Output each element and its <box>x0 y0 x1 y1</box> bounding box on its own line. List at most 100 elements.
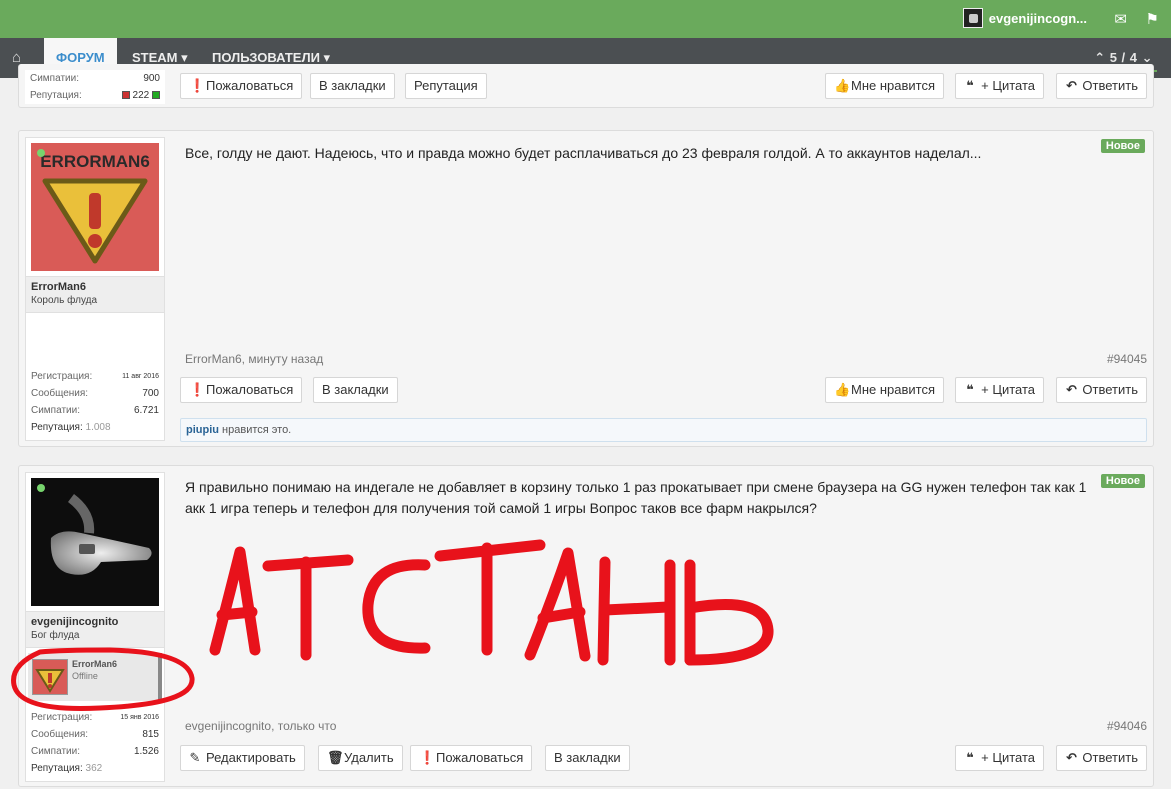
user-pane: evgenijincognito Бог флуда ErrorMan6 Off… <box>25 472 165 782</box>
likes-text: нравится это. <box>219 424 292 436</box>
account-menu[interactable]: evgenijincogn... <box>962 8 1087 28</box>
reply-button[interactable]: ↶ Ответить <box>1056 377 1147 403</box>
post-94045: ERRORMAN6 ErrorMan6 Король флуда Регистр… <box>18 130 1154 447</box>
quote-label: + Цитата <box>981 750 1035 765</box>
message-text: Все, голду не дают. Надеюсь, что и правд… <box>185 145 982 161</box>
stat-label: Сообщения: <box>31 388 89 399</box>
reply-button[interactable]: ↶ Ответить <box>1056 745 1147 771</box>
message-text: Я правильно понимаю на индегале не добав… <box>185 479 1087 516</box>
username[interactable]: evgenijincognito <box>31 616 159 628</box>
top-bar: evgenijincogn... ✉ ⚑ <box>0 0 1171 38</box>
bookmark-button[interactable]: В закладки <box>310 73 395 99</box>
online-indicator <box>37 484 45 492</box>
rep-minus-icon <box>121 91 130 100</box>
warning-icon: ERRORMAN6 <box>40 152 150 264</box>
edit-button[interactable]: ✎ Редактировать <box>180 745 305 771</box>
popup-avatar <box>32 659 68 695</box>
stat-label: Симпатии: <box>30 73 79 84</box>
quote-button[interactable]: ❝ + Цитата <box>955 377 1044 403</box>
bookmark-label: В закладки <box>554 750 621 765</box>
quote-label: + Цитата <box>981 78 1035 93</box>
stat-label: Регистрация: <box>31 371 93 382</box>
report-label: Пожаловаться <box>436 750 524 765</box>
username[interactable]: ErrorMan6 <box>31 281 159 293</box>
reply-label: Ответить <box>1082 78 1138 93</box>
stat-value: 222 <box>132 90 150 101</box>
stat-label: Репутация: <box>30 90 82 101</box>
like-button[interactable]: 👍Мне нравится <box>824 377 944 403</box>
stat-label: Сообщения: <box>31 729 89 740</box>
like-label: Мне нравится <box>850 78 935 93</box>
like-button[interactable]: 👍Мне нравится <box>824 73 944 99</box>
post-id[interactable]: #94045 <box>1107 352 1147 366</box>
report-button[interactable]: ❗Пожаловаться <box>410 745 533 771</box>
delete-button[interactable]: 🗑Удалить <box>318 745 403 771</box>
like-label: Мне нравится <box>850 382 935 397</box>
stat-value: 1.526 <box>133 746 159 757</box>
hand-photo-icon <box>50 494 152 575</box>
user-avatar[interactable]: ERRORMAN6 <box>31 143 159 271</box>
user-avatar <box>962 8 983 28</box>
post-meta[interactable]: evgenijincognito, только что <box>185 719 336 733</box>
user-stats: Регистрация: 11 авг 2016 Сообщения: 700 Си… <box>26 364 164 440</box>
report-label: Пожаловаться <box>206 382 294 397</box>
popup-name: ErrorMan6 <box>72 659 118 669</box>
stat-value: 11 авг 2016 <box>122 373 159 380</box>
reply-label: Ответить <box>1082 750 1138 765</box>
rep-plus-icon <box>152 91 160 100</box>
post-94046: evgenijincognito Бог флуда ErrorMan6 Off… <box>18 465 1154 787</box>
stat-value: 362 <box>85 763 103 774</box>
edit-label: Редактировать <box>206 750 296 765</box>
online-indicator <box>37 149 45 157</box>
user-title: Бог флуда <box>31 630 80 641</box>
post-previous: Симпатии: 900 Репутация: 222 ❗Пожаловатьс… <box>18 64 1154 108</box>
popup-status: Offline <box>72 671 98 681</box>
post-meta[interactable]: ErrorMan6, минуту назад <box>185 352 323 366</box>
quote-button[interactable]: ❝ + Цитата <box>955 73 1044 99</box>
quote-label: + Цитата <box>981 382 1035 397</box>
reputation-label: Репутация <box>414 78 478 93</box>
stat-value: 6.721 <box>133 405 159 416</box>
post0-actions: ❗Пожаловаться В закладки Репутация 👍Мне … <box>180 73 1147 99</box>
stat-value: 815 <box>142 729 159 740</box>
post-actions: ✎ Редактировать 🗑Удалить ❗Пожаловаться В … <box>180 745 1147 771</box>
stat-value: 15 янв 2016 <box>120 714 159 721</box>
new-badge: Новое <box>1100 139 1145 153</box>
stat-value: 1.008 <box>85 422 111 433</box>
delete-label: Удалить <box>344 750 394 765</box>
quote-button[interactable]: ❝ + Цитата <box>955 745 1044 771</box>
report-label: Пожаловаться <box>206 78 294 93</box>
like-user-link[interactable]: piupiu <box>186 424 219 436</box>
post-id[interactable]: #94046 <box>1107 719 1147 733</box>
bookmark-label: В закладки <box>319 78 386 93</box>
stat-label: Репутация: <box>31 763 83 774</box>
post-actions: ❗Пожаловаться В закладки 👍Мне нравится ❝… <box>180 377 1147 403</box>
post0-stats: Симпатии: 900 Репутация: 222 <box>25 70 165 104</box>
user-stats: Регистрация: 15 янв 2016 Сообщения: 815 Си… <box>26 705 164 781</box>
stat-value: 900 <box>143 73 160 84</box>
likes-summary: piupiu нравится это. <box>180 418 1147 442</box>
user-avatar[interactable] <box>31 478 159 606</box>
stat-label: Регистрация: <box>31 712 93 723</box>
account-username: evgenijincogn... <box>988 10 1087 26</box>
flag-icon[interactable]: ⚑ <box>1146 10 1159 28</box>
reply-button[interactable]: ↶ Ответить <box>1056 73 1147 99</box>
report-button[interactable]: ❗Пожаловаться <box>180 73 303 99</box>
member-popup[interactable]: ErrorMan6 Offline <box>28 653 162 701</box>
envelope-icon[interactable]: ✉ <box>1114 10 1127 28</box>
user-info: ErrorMan6 Король флуда <box>26 276 164 313</box>
user-pane: ERRORMAN6 ErrorMan6 Король флуда Регистр… <box>25 137 165 441</box>
bookmark-button[interactable]: В закладки <box>545 745 630 771</box>
new-badge: Новое <box>1100 474 1145 488</box>
user-title: Король флуда <box>31 295 98 306</box>
reputation-button[interactable]: Репутация <box>405 73 487 99</box>
avatar-text: ERRORMAN6 <box>40 152 150 171</box>
user-info: evgenijincognito Бог флуда <box>26 611 164 648</box>
stat-label: Симпатии: <box>31 405 80 416</box>
bookmark-button[interactable]: В закладки <box>313 377 398 403</box>
warning-icon <box>35 669 65 693</box>
bookmark-label: В закладки <box>322 382 389 397</box>
stat-label: Репутация: <box>31 422 83 433</box>
stat-label: Симпатии: <box>31 746 80 757</box>
report-button[interactable]: ❗Пожаловаться <box>180 377 303 403</box>
